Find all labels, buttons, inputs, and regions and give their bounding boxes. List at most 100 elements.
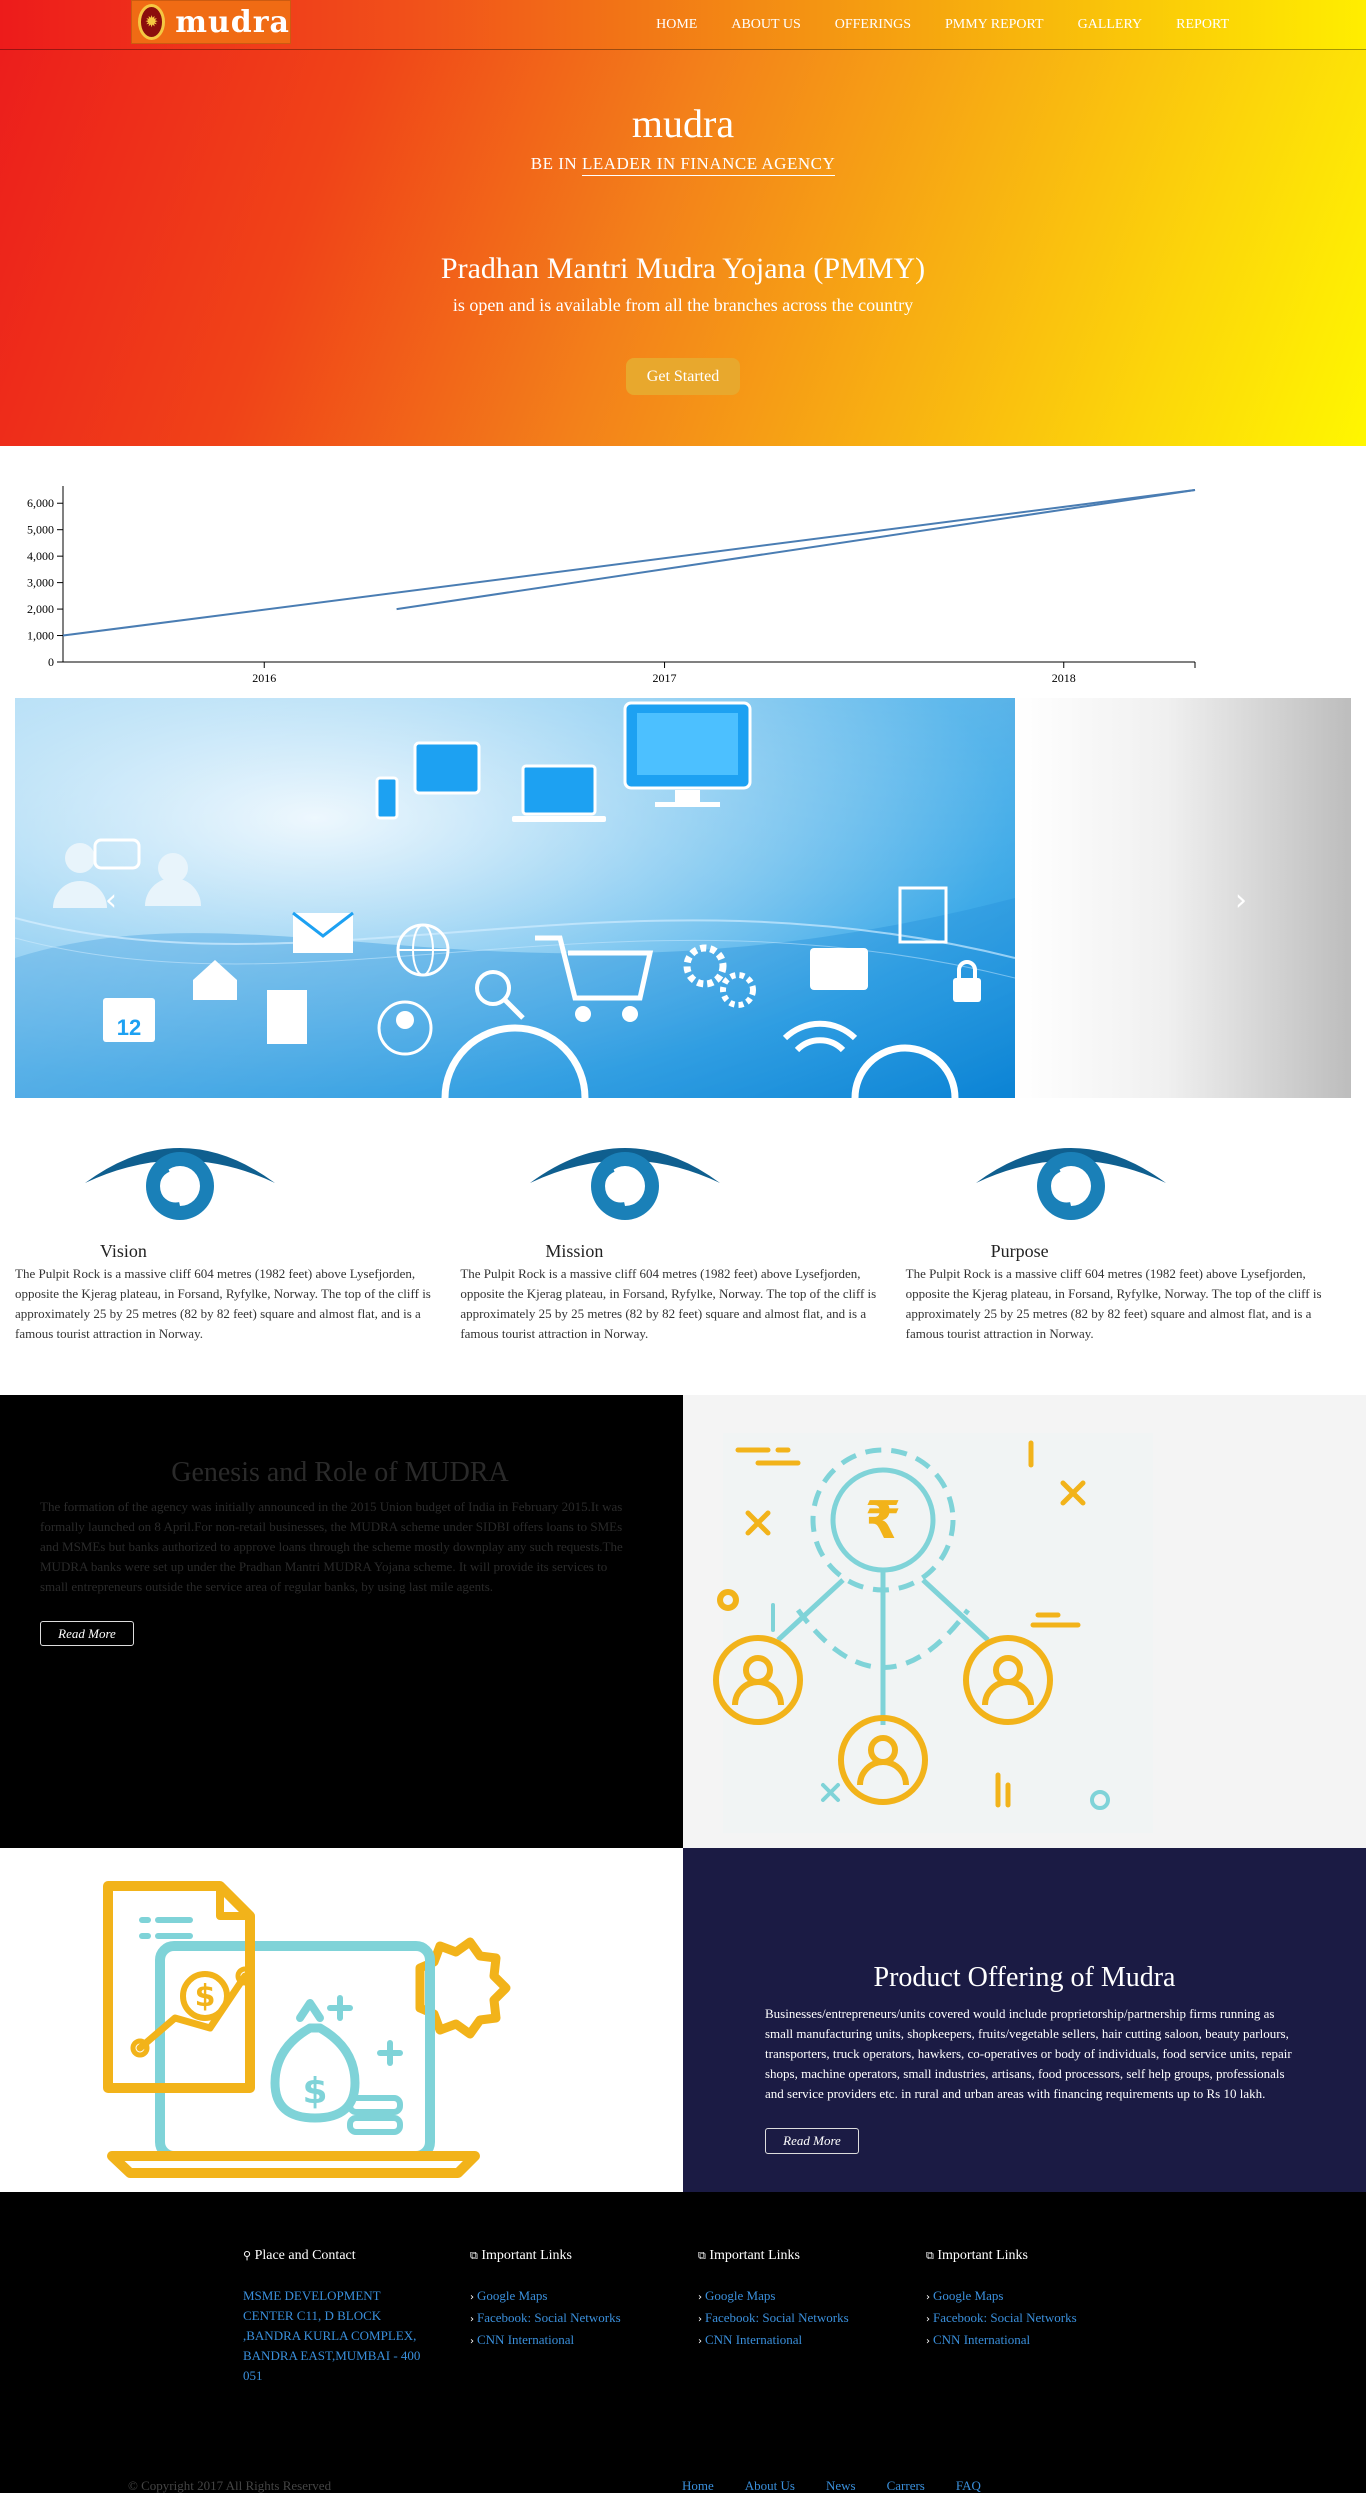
map-marker-icon: ⚲	[243, 2249, 252, 2262]
series-line	[62, 489, 1196, 637]
product-section: Product Offering of Mudra Businesses/ent…	[683, 1848, 1366, 2192]
feature-mission: Mission The Pulpit Rock is a massive cli…	[460, 1128, 905, 1344]
eye-icon	[85, 1148, 275, 1220]
feature-text: The Pulpit Rock is a massive cliff 604 m…	[905, 1266, 1322, 1341]
product-title: Product Offering of Mudra	[873, 1962, 1176, 1993]
hero-brand: mudra	[631, 101, 735, 146]
feature-title: Vision	[100, 1241, 147, 1261]
finance-laptop-illustration: $ $	[103, 1881, 511, 2178]
carousel-slide-image: 12	[15, 698, 1016, 1098]
line-chart: 0 1,000 2,000 3,000 4,000 5,000 6,000 2016 2017 2…	[27, 486, 1196, 685]
nav-about-us[interactable]: ABOUT US	[714, 0, 817, 50]
nav-pmmy-report[interactable]: PMMY REPORT	[928, 0, 1061, 50]
footer-links-column: ⧉ Important Links › Google Maps › Facebook…	[698, 2248, 898, 2352]
chevron-right-icon: ›	[470, 2292, 474, 2303]
feature-vision: Vision The Pulpit Rock is a massive clif…	[15, 1128, 460, 1344]
logo-text: mudra	[175, 4, 290, 40]
tagline-prefix: BE IN	[530, 154, 582, 173]
footer-link-text: Google Maps	[705, 2288, 776, 2303]
feature-text: The Pulpit Rock is a massive cliff 604 m…	[15, 1266, 431, 1341]
nav-offerings[interactable]: OFFERINGS	[818, 0, 928, 50]
rupee-network-illustration: ₹	[713, 1433, 1153, 1833]
footer-link[interactable]: › Google Maps	[470, 2286, 670, 2308]
nav-gallery[interactable]: GALLERY	[1061, 0, 1160, 50]
footer-contact-column: ⚲ Place and Contact MSME DEVELOPMENT CEN…	[243, 2248, 443, 2386]
carousel-next-slide-preview	[1015, 698, 1351, 1098]
footer-heading-text: Important Links	[481, 2248, 572, 2263]
footer-link-text: Facebook: Social Networks	[477, 2310, 621, 2325]
footer-heading: ⧉ Important Links	[926, 2248, 1126, 2264]
genesis-section: Genesis and Role of MUDRA The formation …	[0, 1395, 683, 1848]
digital-services-illustration: 12	[15, 698, 1016, 1098]
footer-links-column: ⧉ Important Links › Google Maps › Facebook…	[926, 2248, 1126, 2352]
main-menu: HOME ABOUT US OFFERINGS PMMY REPORT GALL…	[639, 0, 1246, 50]
footer-nav-news[interactable]: News	[826, 2478, 856, 2494]
chevron-right-icon: ›	[698, 2314, 702, 2325]
chevron-right-icon: ›	[926, 2292, 930, 2303]
chevron-left-icon[interactable]: ‹	[105, 883, 117, 918]
footer-link[interactable]: › Google Maps	[926, 2286, 1126, 2308]
genesis-read-more-button[interactable]: Read More	[40, 1621, 134, 1646]
footer-link[interactable]: › Google Maps	[698, 2286, 898, 2308]
x-tick-label: 2017	[653, 671, 677, 685]
footer-heading-text: Important Links	[937, 2248, 1028, 2263]
footer-heading: ⧉ Important Links	[698, 2248, 898, 2264]
external-link-icon: ⧉	[698, 2249, 706, 2262]
product-read-more-button[interactable]: Read More	[765, 2128, 859, 2154]
dollar-icon: $	[195, 1979, 216, 2014]
feature-purpose: Purpose The Pulpit Rock is a massive cli…	[906, 1128, 1351, 1344]
mudra-logo[interactable]: ✹ mudra	[131, 0, 291, 44]
footer-link[interactable]: › Facebook: Social Networks	[470, 2308, 670, 2330]
chevron-right-icon: ›	[470, 2314, 474, 2325]
get-started-button[interactable]: Get Started	[626, 358, 740, 395]
product-illustration-panel: $ $	[0, 1848, 683, 2192]
x-tick-label: 2016	[252, 671, 276, 685]
nav-home[interactable]: HOME	[639, 0, 714, 50]
chevron-right-icon: ›	[926, 2336, 930, 2347]
y-tick-label: 4,000	[27, 549, 54, 563]
footer-link-text: CNN International	[705, 2332, 803, 2347]
footer-nav-about-us[interactable]: About Us	[745, 2478, 795, 2494]
external-link-icon: ⧉	[926, 2249, 934, 2262]
footer-link[interactable]: › CNN International	[926, 2330, 1126, 2352]
footer-bottom-nav: Home About Us News Carrers FAQ	[682, 2478, 1012, 2494]
footer-nav-carrers[interactable]: Carrers	[887, 2478, 925, 2494]
copyright-text: © Copyright 2017 All Rights Reserved	[128, 2478, 332, 2493]
feature-text: The Pulpit Rock is a massive cliff 604 m…	[460, 1266, 877, 1341]
footer-heading-text: Place and Contact	[254, 2248, 356, 2263]
genesis-illustration-panel: ₹	[683, 1395, 1366, 1848]
genesis-text: The formation of the agency was initiall…	[40, 1499, 623, 1594]
features-row: Vision The Pulpit Rock is a massive clif…	[15, 1128, 1351, 1344]
emblem-icon: ✹	[138, 4, 166, 40]
footer-nav-home[interactable]: Home	[682, 2478, 714, 2494]
nav-report[interactable]: REPORT	[1159, 0, 1246, 50]
y-tick-label: 6,000	[27, 496, 54, 510]
footer-link[interactable]: › CNN International	[698, 2330, 898, 2352]
footer-link-text: CNN International	[477, 2332, 575, 2347]
chevron-right-icon: ›	[698, 2336, 702, 2347]
footer-link-text: Facebook: Social Networks	[933, 2310, 1077, 2325]
footer-link[interactable]: › CNN International	[470, 2330, 670, 2352]
chevron-right-icon[interactable]: ›	[1235, 883, 1247, 918]
hero-tagline: BE IN LEADER IN FINANCE AGENCY	[0, 154, 1366, 176]
footer-link[interactable]: › Facebook: Social Networks	[926, 2308, 1126, 2330]
chevron-right-icon: ›	[926, 2314, 930, 2325]
chevron-right-icon: ›	[470, 2336, 474, 2347]
product-text: Businesses/entrepreneurs/units covered w…	[765, 2006, 1292, 2101]
footer-heading: ⧉ Important Links	[470, 2248, 670, 2264]
top-navbar: ✹ mudra HOME ABOUT US OFFERINGS PMMY REP…	[0, 0, 1366, 50]
tagline-underlined: LEADER IN FINANCE AGENCY	[581, 154, 836, 176]
footer-heading-text: Important Links	[709, 2248, 800, 2263]
y-tick-label: 0	[48, 655, 54, 669]
hero-section: mudra BE IN LEADER IN FINANCE AGENCY Pra…	[0, 0, 1366, 446]
y-tick-label: 2,000	[27, 602, 54, 616]
footer-link-text: Facebook: Social Networks	[705, 2310, 849, 2325]
x-tick-label: 2018	[1052, 671, 1076, 685]
y-tick-label: 3,000	[27, 576, 54, 590]
external-link-icon: ⧉	[470, 2249, 478, 2262]
footer-address: MSME DEVELOPMENT CENTER C11, D BLOCK ,BA…	[243, 2288, 421, 2383]
footer-nav-faq[interactable]: FAQ	[956, 2478, 981, 2494]
footer-link[interactable]: › Facebook: Social Networks	[698, 2308, 898, 2330]
footer-heading: ⚲ Place and Contact	[243, 2248, 443, 2264]
feature-title: Purpose	[990, 1241, 1049, 1261]
